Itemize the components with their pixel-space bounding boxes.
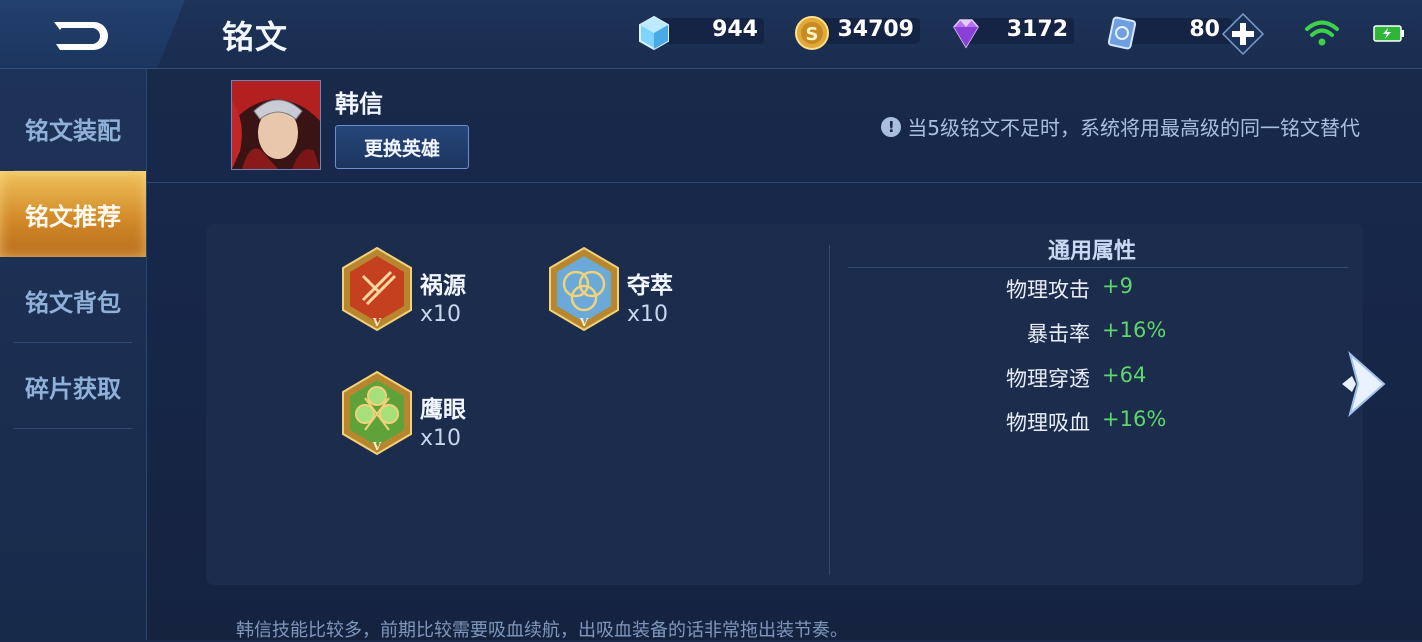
hero-name: 韩信 — [335, 90, 383, 118]
purple-diamond-icon — [953, 19, 979, 49]
attribute-value: +64 — [1102, 363, 1147, 387]
rune-level: V — [372, 440, 382, 453]
sidebar-item-fragment-get[interactable]: 碎片获取 — [0, 343, 146, 429]
currency-coupon: 944 — [636, 15, 766, 51]
attribute-row: 物理穿透 +64 — [900, 363, 1320, 397]
wifi-icon — [1305, 20, 1339, 46]
rune-count: x10 — [627, 302, 669, 327]
back-arrow-icon[interactable] — [50, 14, 114, 54]
next-arrow-icon[interactable] — [1340, 350, 1392, 418]
rune-count: x10 — [420, 426, 462, 451]
rune-name: 祸源 — [420, 273, 466, 299]
svg-text:S: S — [806, 24, 819, 45]
crystal-cube-icon — [639, 15, 669, 51]
attribute-row: 物理攻击 +9 — [900, 274, 1320, 308]
rune-name: 夺萃 — [627, 273, 673, 299]
currency-card: 80 — [1104, 15, 1232, 50]
sidebar-item-label: 铭文推荐 — [25, 202, 121, 231]
hero-rune-description: 韩信技能比较多，前期比较需要吸血续航，出吸血装备的话非常拖出装节奏。 — [236, 620, 848, 641]
red-rune-icon: V — [342, 246, 412, 332]
divider — [146, 182, 1422, 183]
attribute-row: 暴击率 +16% — [900, 318, 1320, 352]
sidebar-item-rune-bag[interactable]: 铭文背包 — [0, 257, 146, 343]
sidebar-item-label: 碎片获取 — [25, 374, 121, 403]
divider — [848, 267, 1348, 268]
attribute-value: +16% — [1102, 318, 1167, 342]
attribute-label: 物理穿透 — [1006, 367, 1090, 391]
page-title: 铭文 — [222, 18, 289, 56]
attribute-row: 物理吸血 +16% — [900, 407, 1320, 441]
attribute-label: 物理吸血 — [1006, 411, 1090, 435]
currency-card-value: 80 — [1189, 17, 1220, 42]
rune-name: 鹰眼 — [420, 397, 466, 423]
replacement-notice: ! 当5级铭文不足时，系统将用最高级的同一铭文替代 — [881, 112, 1360, 141]
card-icon — [1107, 16, 1137, 50]
sidebar-item-rune-equip[interactable]: 铭文装配 — [0, 85, 146, 171]
gold-coin-icon: S — [795, 16, 829, 50]
attribute-label: 物理攻击 — [1006, 278, 1090, 302]
top-bar: 铭文 944 S 34709 3172 80 — [0, 0, 1422, 69]
divider — [14, 428, 132, 429]
currency-coupon-value: 944 — [712, 17, 758, 42]
sidebar-item-label: 铭文背包 — [25, 288, 121, 317]
attribute-value: +16% — [1102, 407, 1167, 431]
battery-icon — [1373, 25, 1404, 42]
add-currency-button[interactable] — [1221, 12, 1265, 56]
currency-gold-value: 34709 — [837, 17, 914, 42]
notice-text: 当5级铭文不足时，系统将用最高级的同一铭文替代 — [907, 116, 1360, 140]
currency-diamond: 3172 — [948, 15, 1076, 49]
rune-count: x10 — [420, 302, 462, 327]
currency-diamond-value: 3172 — [1006, 17, 1068, 42]
attributes-title: 通用属性 — [1048, 239, 1137, 264]
currency-gold: S 34709 — [794, 15, 922, 50]
sidebar: 铭文装配 铭文推荐 铭文背包 碎片获取 — [0, 69, 147, 640]
change-hero-button[interactable]: 更换英雄 — [335, 125, 469, 169]
sidebar-item-label: 铭文装配 — [25, 116, 121, 145]
green-rune-icon: V — [342, 370, 412, 456]
divider — [829, 245, 830, 575]
blue-rune-icon: V — [549, 246, 619, 332]
rune-level: V — [579, 316, 589, 329]
attribute-value: +9 — [1102, 274, 1133, 298]
sidebar-item-rune-recommend[interactable]: 铭文推荐 — [0, 171, 146, 257]
info-icon: ! — [881, 116, 902, 137]
attribute-label: 暴击率 — [1027, 322, 1090, 346]
hero-avatar[interactable] — [231, 80, 321, 170]
rune-level: V — [372, 316, 382, 329]
